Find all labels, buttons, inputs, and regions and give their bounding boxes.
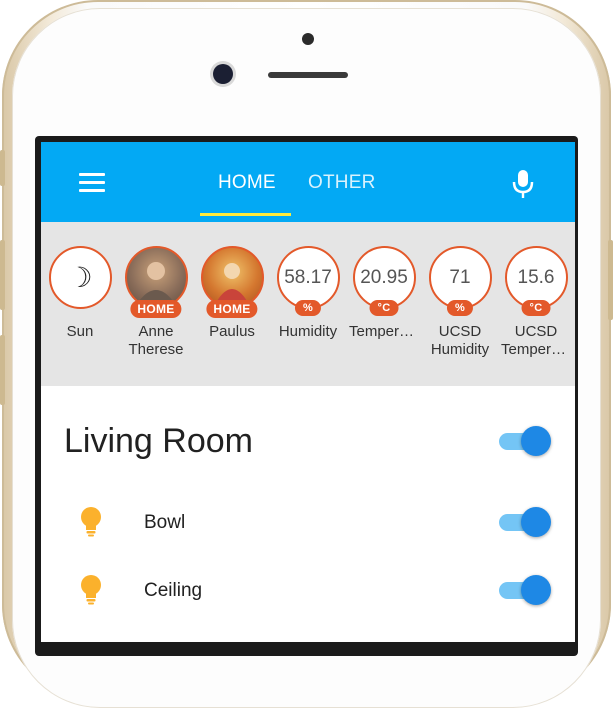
badge-anne-therese[interactable]: HOME Anne Therese: [121, 246, 191, 359]
badge-label: Sun: [66, 323, 94, 340]
badge-value: 15.6: [517, 266, 555, 288]
badge-label: Anne Therese: [128, 323, 184, 358]
lightbulb-icon: [77, 574, 105, 606]
status-badge: HOME: [206, 300, 258, 318]
badge-circle: 15.6 °C: [504, 246, 568, 316]
phone-volume-down: [0, 335, 5, 405]
entity-toggle-switch[interactable]: [497, 506, 551, 538]
badge-temperature[interactable]: 20.95 °C Temperat…: [349, 246, 419, 341]
tab-home[interactable]: HOME: [218, 172, 276, 194]
badge-ucsd-humidity[interactable]: 71 % UCSD Humidity: [425, 246, 495, 359]
badge-circle: 20.95 °C: [352, 246, 416, 316]
entity-name: Bowl: [144, 512, 186, 533]
entity-name: Ceiling: [144, 580, 203, 601]
entity-toggle-switch[interactable]: [497, 574, 551, 606]
badge-label: UCSD Temperat…: [501, 323, 571, 358]
badge-paulus[interactable]: HOME Paulus: [197, 246, 267, 341]
microphone-icon[interactable]: [511, 168, 535, 200]
badge-value: 71: [449, 266, 471, 288]
badge-label: Temperat…: [349, 323, 419, 340]
entity-row-bowl[interactable]: Bowl: [41, 492, 575, 552]
app-display: HOME OTHER ☽ Sun HOME Anne Therese HOME …: [41, 142, 575, 642]
badge-label: Humidity: [278, 323, 338, 340]
group-card-living-room: Living Room Bowl Ceiling: [41, 386, 575, 642]
unit-badge: %: [446, 300, 474, 316]
front-camera: [213, 64, 233, 84]
badge-bar: ☽ Sun HOME Anne Therese HOME Paulus 58.1…: [41, 222, 575, 386]
badge-sun[interactable]: ☽ Sun: [45, 246, 115, 341]
proximity-sensor: [302, 33, 314, 45]
badge-circle: 71 %: [428, 246, 492, 316]
badge-humidity[interactable]: 58.17 % Humidity: [273, 246, 343, 341]
badge-value: 20.95: [360, 266, 408, 288]
status-badge: HOME: [130, 300, 182, 318]
moon-icon: ☽: [67, 262, 93, 293]
tab-other[interactable]: OTHER: [308, 172, 376, 194]
entity-row-ceiling[interactable]: Ceiling: [41, 560, 575, 620]
phone-power-button: [608, 240, 613, 320]
badge-value: 58.17: [284, 266, 332, 288]
badge-label: UCSD Humidity: [430, 323, 490, 358]
group-title: Living Room: [64, 422, 253, 460]
badge-label: Paulus: [209, 323, 255, 340]
person-photo-avatar: HOME: [124, 246, 188, 318]
unit-badge: °C: [369, 300, 399, 316]
app-bar: HOME OTHER: [41, 142, 575, 222]
phone-volume-up: [0, 240, 5, 310]
active-tab-indicator: [200, 213, 291, 216]
hamburger-menu-icon[interactable]: [79, 173, 105, 193]
person-photo-avatar: HOME: [200, 246, 264, 318]
unit-badge: %: [294, 300, 322, 316]
badge-circle: ☽: [48, 246, 112, 309]
lightbulb-icon: [77, 506, 105, 538]
group-toggle-switch[interactable]: [497, 425, 551, 457]
phone-mute-switch: [0, 150, 5, 186]
unit-badge: °C: [521, 300, 551, 316]
badge-circle: 58.17 %: [276, 246, 340, 316]
earpiece-speaker: [268, 72, 348, 78]
badge-ucsd-temperature[interactable]: 15.6 °C UCSD Temperat…: [501, 246, 571, 359]
